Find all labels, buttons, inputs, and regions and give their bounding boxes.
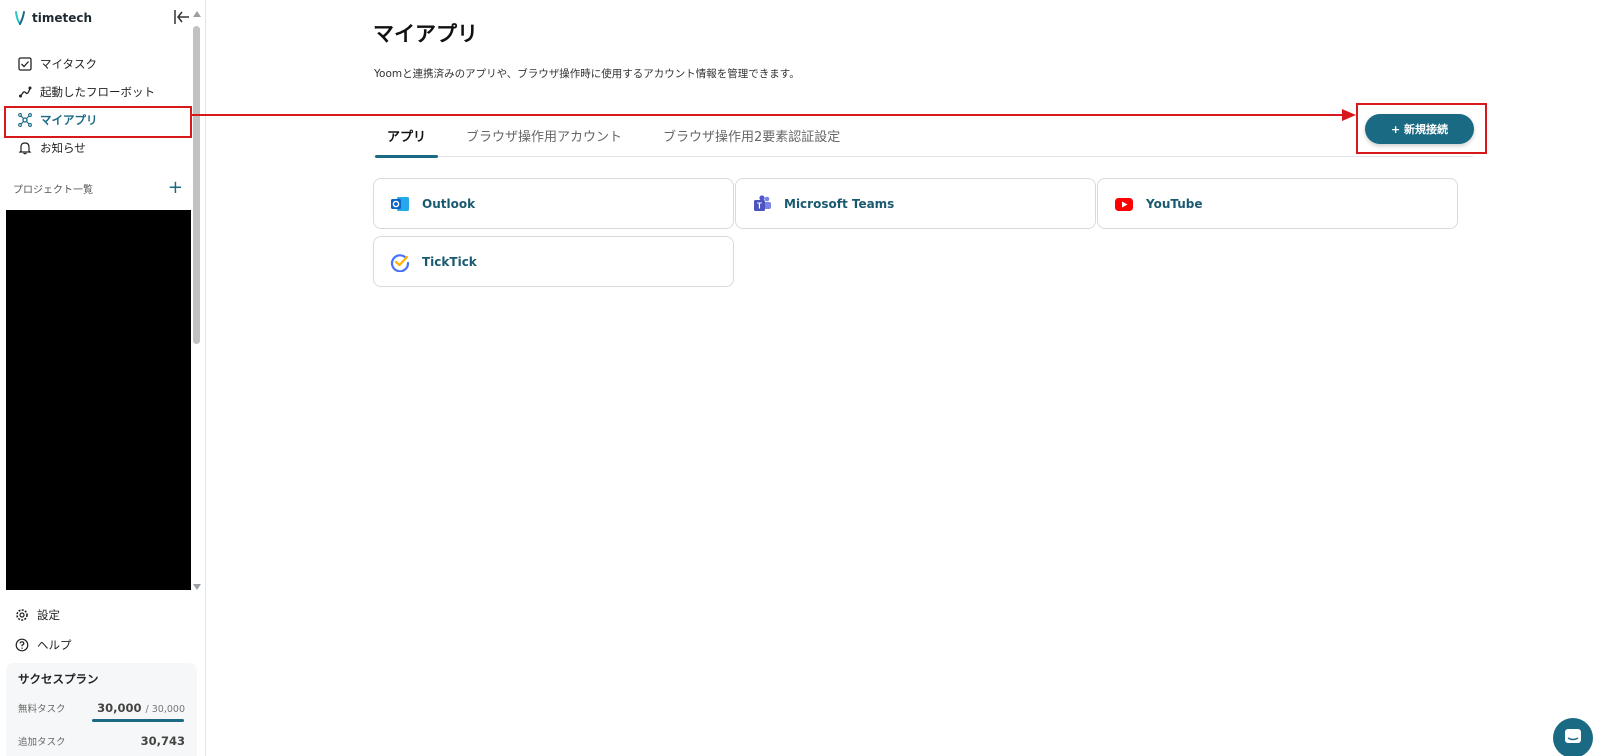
app-card-ticktick[interactable]: TickTick — [373, 236, 734, 287]
sidebar-item-help[interactable]: ヘルプ — [0, 630, 190, 660]
svg-text:T: T — [757, 201, 762, 210]
sidebar-item-flowbots[interactable]: 起動したフローボット — [0, 78, 190, 106]
chat-launcher-button[interactable] — [1553, 718, 1593, 756]
project-list-label: プロジェクト一覧 — [13, 184, 93, 196]
sidebar-item-settings[interactable]: 設定 — [0, 600, 190, 630]
sidebar-item-label: マイタスク — [40, 57, 98, 71]
scroll-thumb[interactable] — [193, 26, 200, 344]
free-task-label: 無料タスク — [18, 704, 66, 715]
app-name: Microsoft Teams — [784, 196, 895, 211]
outlook-icon — [391, 196, 409, 211]
app-name: YouTube — [1146, 196, 1203, 211]
extra-task-label: 追加タスク — [18, 737, 66, 748]
free-task-value: 30,000 — [97, 701, 142, 715]
app-card-outlook[interactable]: Outlook — [373, 178, 734, 229]
plan-panel: サクセスプラン 無料タスク 30,000 / 30,000 追加タスク 30,7… — [6, 663, 197, 756]
brand-logo-icon — [15, 11, 25, 25]
sidebar-nav: マイタスク 起動したフローボット マイアプリ お知らせ — [0, 50, 192, 162]
app-card-youtube[interactable]: YouTube — [1097, 178, 1458, 229]
sidebar-bottom-nav: 設定 ヘルプ — [0, 600, 190, 660]
sidebar-item-label: お知らせ — [40, 141, 86, 155]
sidebar-item-my-tasks[interactable]: マイタスク — [0, 50, 190, 78]
free-task-progress-bar — [92, 719, 184, 722]
bell-icon — [18, 142, 32, 155]
sidebar-item-my-apps[interactable]: マイアプリ — [0, 106, 192, 138]
sidebar-item-notifications[interactable]: お知らせ — [0, 134, 190, 162]
help-icon — [15, 638, 29, 652]
sidebar-item-label: 起動したフローボット — [40, 85, 155, 99]
checkbox-icon — [18, 57, 32, 71]
teams-icon: T — [754, 194, 771, 211]
extra-task-row: 追加タスク 30,743 — [18, 732, 185, 748]
scroll-down-icon[interactable] — [193, 584, 201, 590]
sidebar-item-label: ヘルプ — [37, 638, 72, 652]
app-name: Outlook — [422, 196, 476, 211]
extra-task-value: 30,743 — [140, 734, 185, 748]
tab-apps[interactable]: アプリ — [374, 126, 439, 158]
new-connection-button[interactable]: + 新規接続 — [1365, 114, 1474, 144]
app-name: TickTick — [422, 254, 477, 269]
tab-browser-accounts[interactable]: ブラウザ操作用アカウント — [466, 126, 622, 157]
flow-icon — [19, 86, 32, 98]
add-project-button[interactable]: + — [168, 179, 183, 197]
page-description: Yoomと連携済みのアプリや、ブラウザ操作時に使用するアカウント情報を管理できま… — [374, 68, 800, 80]
sidebar-item-label: 設定 — [37, 608, 60, 622]
page-title: マイアプリ — [373, 22, 478, 46]
youtube-icon — [1115, 197, 1133, 211]
plan-title: サクセスプラン — [18, 672, 99, 686]
project-list-header: プロジェクト一覧 + — [13, 179, 183, 197]
redacted-project-list — [6, 210, 191, 590]
brand-name: timetech — [32, 11, 93, 25]
sidebar-scrollbar[interactable] — [192, 8, 202, 592]
app-card-teams[interactable]: T Microsoft Teams — [735, 178, 1096, 229]
annotation-arrow — [192, 109, 1356, 121]
brand[interactable]: timetech — [14, 8, 92, 28]
tab-bar: アプリ ブラウザ操作用アカウント ブラウザ操作用2要素認証設定 — [373, 118, 1473, 158]
sidebar: timetech マイタスク 起動したフローボット マイアプリ お知らせ プロジ… — [0, 0, 206, 756]
chat-icon — [1565, 729, 1581, 743]
ticktick-icon — [390, 253, 410, 272]
collapse-sidebar-icon[interactable] — [173, 8, 191, 26]
tab-browser-2fa[interactable]: ブラウザ操作用2要素認証設定 — [663, 126, 840, 157]
free-task-row: 無料タスク 30,000 / 30,000 — [18, 699, 185, 715]
scroll-up-icon[interactable] — [193, 11, 201, 17]
gear-icon — [16, 609, 28, 621]
free-task-total: / 30,000 — [145, 704, 185, 715]
